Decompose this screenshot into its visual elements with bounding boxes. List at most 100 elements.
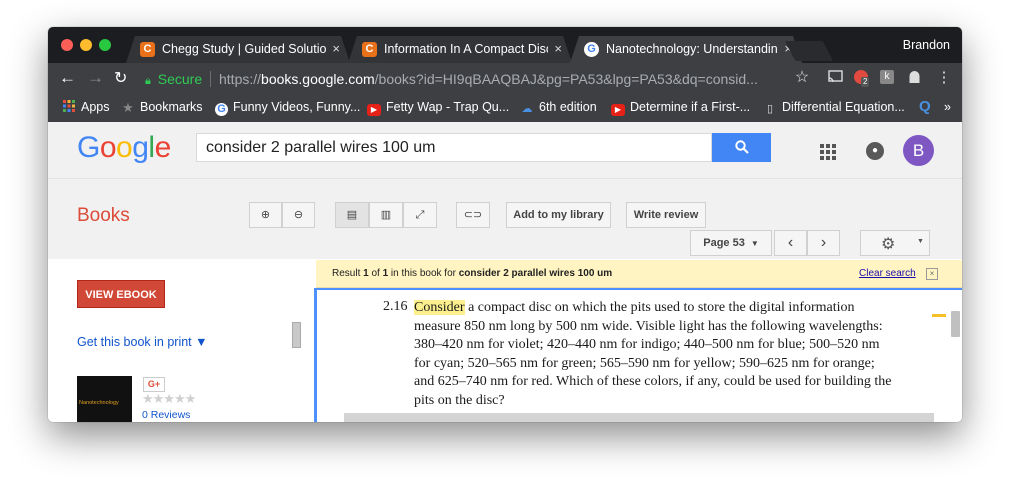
chegg-icon: C (362, 42, 377, 57)
reviews-link[interactable]: 0 Reviews (142, 409, 190, 421)
view-ebook-button[interactable]: VIEW EBOOK (77, 280, 165, 308)
search-button[interactable] (712, 133, 771, 162)
add-to-library-button[interactable]: Add to my library (506, 202, 611, 228)
apps-grid-icon[interactable] (820, 144, 836, 160)
extension-badge: 2 (861, 77, 870, 87)
two-page-button[interactable]: ▥ (369, 202, 403, 228)
two-page-icon: ▥ (380, 209, 392, 221)
chevron-down-icon: ▼ (917, 238, 924, 245)
minimize-window-button[interactable] (80, 39, 92, 51)
chevron-down-icon: ▼ (750, 239, 759, 248)
back-icon[interactable]: ← (59, 68, 76, 88)
browser-toolbar: ← → ↻ 🔒︎ Secure https://books.google.com… (48, 63, 962, 94)
bookmark-funny-videos[interactable]: G Funny Videos, Funny... (215, 100, 360, 116)
previous-page-button[interactable]: ‹ (774, 230, 807, 256)
bookmark-label: 6th edition (539, 100, 597, 114)
bookmarks-overflow[interactable]: » (944, 100, 951, 114)
search-result-bar: Result 1 of 1 in this book for consider … (316, 260, 962, 288)
settings-button[interactable]: ⚙ ▼ (860, 230, 930, 256)
bookmark-fetty-wap[interactable]: ▶ Fetty Wap - Trap Qu... (367, 100, 509, 116)
zoom-in-icon: ⊕ (260, 209, 271, 221)
tab-title: Information In A Compact Disc (384, 42, 548, 56)
tab-close-icon[interactable]: × (554, 41, 562, 56)
single-page-button[interactable]: ▤ (335, 202, 369, 228)
page-select[interactable]: Page 53 ▼ (690, 230, 772, 256)
profile-name[interactable]: Brandon (903, 38, 950, 52)
zoom-in-button[interactable]: ⊕ (249, 202, 282, 228)
clear-search-link[interactable]: Clear search (859, 268, 916, 279)
url-scheme: https:// (219, 71, 262, 87)
close-window-button[interactable] (61, 39, 73, 51)
page-scrollbar-thumb[interactable] (951, 311, 960, 337)
notifications-icon[interactable]: ● (866, 142, 884, 160)
books-title[interactable]: Books (77, 205, 130, 227)
avatar[interactable]: B (903, 135, 934, 166)
books-toolbar: Books ⊕ ⊖ ▤ ▥ ⤢ ⊂⊃ Add to my library Wri… (48, 179, 962, 259)
search-input[interactable]: consider 2 parallel wires 100 um (196, 133, 712, 162)
bookmark-6th-edition[interactable]: ☁ 6th edition (520, 100, 597, 115)
write-review-button[interactable]: Write review (626, 202, 706, 228)
bookmark-apps[interactable]: Apps (62, 100, 110, 114)
forward-icon[interactable]: → (87, 68, 104, 88)
next-page-button[interactable]: › (807, 230, 840, 256)
book-page-viewer[interactable]: 2.16 Consider a compact disc on which th… (314, 288, 962, 422)
get-book-in-print-link[interactable]: Get this book in print ▼ (77, 335, 208, 349)
youtube-icon: ▶ (367, 104, 381, 116)
secure-label: Secure (157, 71, 203, 87)
problem-body: a compact disc on which the pits used to… (414, 300, 892, 408)
chegg-icon: C (140, 42, 155, 57)
tab-title: Nanotechnology: Understanding (606, 42, 778, 56)
star-icon[interactable]: ☆ (794, 70, 810, 86)
link-button[interactable]: ⊂⊃ (456, 202, 490, 228)
q-extension-icon[interactable]: Q (919, 98, 931, 115)
reload-icon[interactable]: ↻ (114, 68, 127, 88)
url-host: books.google.com (261, 71, 375, 87)
fullscreen-icon: ⤢ (415, 209, 425, 221)
close-icon[interactable]: × (926, 268, 938, 280)
menu-icon[interactable]: ⋮ (936, 70, 952, 86)
document-icon: ▯ (766, 103, 774, 115)
maximize-window-button[interactable] (99, 39, 111, 51)
tab-chegg[interactable]: C Chegg Study | Guided Solution × (126, 36, 350, 63)
book-sidebar: VIEW EBOOK Get this book in print ▼ Nano… (48, 259, 315, 422)
bookmark-bookmarks[interactable]: ★ Bookmarks (121, 100, 203, 115)
lock-icon: 🔒︎ (145, 75, 151, 87)
bookmark-label: Fetty Wap - Trap Qu... (386, 100, 510, 114)
tab-close-icon[interactable]: × (332, 41, 340, 56)
single-page-icon: ▤ (346, 209, 358, 221)
extension-icon[interactable]: 2 (854, 70, 870, 87)
secure-indicator[interactable]: 🔒︎ Secure (145, 71, 202, 88)
result-summary: Result 1 of 1 in this book for consider … (332, 268, 613, 279)
chevron-left-icon: ‹ (787, 234, 794, 251)
bookmark-label: Determine if a First-... (630, 100, 751, 114)
book-cover-thumbnail[interactable]: Nanotechnology (77, 376, 132, 422)
tab-nanotechnology[interactable]: G Nanotechnology: Understanding × (570, 36, 802, 63)
bookmark-label: Bookmarks (140, 100, 203, 114)
browser-window: C Chegg Study | Guided Solution × C Info… (48, 27, 962, 422)
extension-k-icon[interactable]: k (880, 70, 896, 86)
address-bar[interactable]: https://books.google.com/books?id=HI9qBA… (219, 71, 758, 87)
bookmark-label: Funny Videos, Funny... (233, 100, 361, 114)
cloud-icon: ☁ (521, 103, 533, 115)
rating-stars[interactable]: ★★★★★ (142, 391, 196, 407)
bookmark-determine[interactable]: ▶ Determine if a First-... (611, 100, 750, 116)
google-header: Google consider 2 parallel wires 100 um … (48, 122, 962, 179)
problem-number: 2.16 (383, 299, 408, 314)
apps-icon (62, 100, 76, 112)
google-icon: G (215, 103, 228, 116)
bookmark-differential[interactable]: ▯ Differential Equation... (763, 100, 905, 115)
result-marker (932, 314, 946, 317)
zoom-out-button[interactable]: ⊖ (282, 202, 315, 228)
ghost-icon[interactable] (906, 70, 922, 86)
fullscreen-button[interactable]: ⤢ (403, 202, 437, 228)
cast-icon[interactable] (827, 70, 843, 86)
google-plus-button[interactable]: G+ (143, 377, 165, 392)
url-divider (210, 71, 211, 87)
sidebar-scrollbar[interactable] (292, 322, 301, 348)
tab-title: Chegg Study | Guided Solution (162, 42, 326, 56)
google-logo[interactable]: Google (77, 131, 171, 165)
star-icon: ★ (122, 100, 134, 115)
tab-compact-disc[interactable]: C Information In A Compact Disc × (348, 36, 572, 63)
zoom-out-icon: ⊖ (293, 209, 304, 221)
link-icon: ⊂⊃ (463, 209, 483, 221)
